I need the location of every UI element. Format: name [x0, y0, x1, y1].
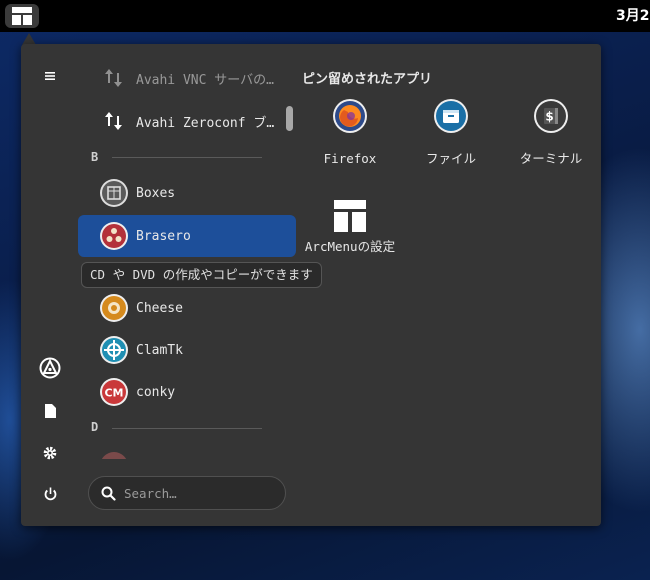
svg-text:$: $	[545, 110, 553, 124]
list-item[interactable]: Boxes	[78, 173, 296, 213]
pinned-app-label: ターミナル	[519, 151, 583, 166]
brasero-icon	[99, 221, 129, 251]
list-item[interactable]: Brasero	[78, 215, 296, 257]
list-item-label: Avahi Zeroconf ブ…	[136, 115, 275, 131]
list-item-label: Brasero	[136, 228, 191, 244]
pinned-app-label: ArcMenuの設定	[304, 239, 396, 254]
search-input[interactable]	[124, 485, 274, 501]
hamburger-menu-icon[interactable]	[21, 70, 79, 82]
list-item[interactable]: Avahi VNC サーバの…	[78, 58, 296, 98]
firefox-icon	[332, 98, 368, 134]
category-divider	[112, 157, 262, 158]
list-item[interactable]: CM conky	[78, 372, 296, 412]
document-icon[interactable]	[21, 404, 79, 418]
avahi-icon	[99, 106, 129, 136]
search-box[interactable]	[88, 476, 286, 510]
list-item-label: Cheese	[136, 300, 183, 316]
list-item-label: Avahi VNC サーバの…	[136, 72, 274, 88]
terminal-icon: $	[533, 98, 569, 134]
pinned-app-terminal[interactable]: $ ターミナル	[503, 98, 599, 168]
pinned-app-label: ファイル	[425, 151, 476, 166]
list-item-label: conky	[136, 384, 176, 400]
category-header: B	[91, 150, 99, 164]
list-item[interactable]: ClamTk	[78, 330, 296, 370]
pinned-app-label: Firefox	[323, 151, 377, 166]
list-item[interactable]: Cheese	[78, 288, 296, 328]
list-item-partial	[99, 451, 129, 459]
pinned-app-files[interactable]: ファイル	[403, 98, 499, 168]
search-icon	[101, 486, 116, 501]
category-header: D	[91, 420, 99, 434]
arcmenu-layout-icon	[12, 7, 32, 25]
files-icon	[433, 98, 469, 134]
pinned-app-firefox[interactable]: Firefox	[302, 98, 398, 168]
clock[interactable]: 3月25	[616, 0, 650, 32]
pinned-app-arcmenu-settings[interactable]: ArcMenuの設定	[302, 198, 398, 256]
distro-logo-icon[interactable]	[21, 357, 79, 379]
cheese-icon	[99, 293, 129, 323]
arcmenu-settings-icon	[332, 198, 368, 234]
list-item[interactable]: Avahi Zeroconf ブ…	[78, 101, 296, 141]
category-divider	[112, 428, 262, 429]
tooltip: CD や DVD の作成やコピーができます	[81, 262, 322, 288]
top-bar: 3月25	[0, 0, 650, 32]
power-icon[interactable]	[21, 487, 79, 501]
avahi-icon	[99, 63, 129, 93]
clamtk-icon	[99, 335, 129, 365]
boxes-icon	[99, 178, 129, 208]
pinned-apps-title: ピン留めされたアプリ	[302, 72, 433, 87]
list-item-label: Boxes	[136, 185, 176, 201]
list-item-label: ClamTk	[136, 342, 183, 358]
arcmenu-button[interactable]	[5, 4, 39, 28]
conky-icon: CM	[99, 377, 129, 407]
gear-icon[interactable]	[21, 446, 79, 460]
scrollbar-thumb[interactable]	[286, 106, 293, 131]
svg-text:CM: CM	[104, 387, 123, 400]
